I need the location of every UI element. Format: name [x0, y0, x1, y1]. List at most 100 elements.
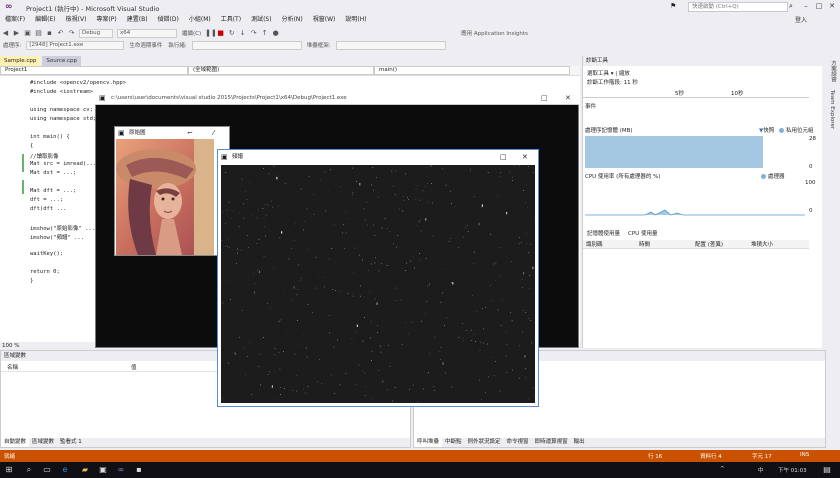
tab-breakpoints[interactable]: 中斷點	[442, 438, 465, 447]
undo-icon[interactable]: ↶	[56, 29, 65, 38]
menu-debug[interactable]: 偵錯(D)	[153, 14, 184, 26]
tab-immediate-window[interactable]: 即時運算視窗	[532, 438, 571, 447]
noise-speck	[368, 269, 369, 271]
redo-icon[interactable]: ↷	[67, 29, 76, 38]
team-explorer-tab[interactable]: Team Explorer	[829, 90, 835, 129]
open-icon[interactable]: ▤	[34, 29, 43, 38]
menu-file[interactable]: 檔案(F)	[0, 14, 30, 26]
tab-exception-settings[interactable]: 例外狀況設定	[465, 438, 504, 447]
console-title-bar[interactable]: ▣ c:\users\user\documents\visual studio …	[95, 92, 579, 105]
task-view-icon[interactable]: ▭	[42, 465, 52, 475]
noise-speck	[280, 394, 281, 395]
noise-speck	[305, 347, 307, 349]
noise-speck	[258, 366, 260, 367]
ime-indicator[interactable]: 中	[758, 466, 764, 474]
edge-icon[interactable]: e	[60, 465, 70, 475]
notifications-flag-icon[interactable]: ⚑	[670, 2, 676, 10]
column-allocations[interactable]: 配置 (差異)	[695, 240, 751, 248]
noise-speck	[294, 223, 296, 225]
column-id[interactable]: 識別碼	[583, 240, 639, 248]
menu-edit[interactable]: 編輯(E)	[30, 14, 60, 26]
clock[interactable]: 下午 01:03	[778, 466, 807, 474]
noise-speck	[407, 197, 408, 198]
store-icon[interactable]: ▣	[98, 465, 108, 475]
lifecycle-events-button[interactable]: 生命週期事件	[129, 41, 162, 49]
diagnostic-toolbar[interactable]: 選取工具 ▾ | 縮放	[587, 69, 630, 77]
column-heap-size[interactable]: 堆積大小	[751, 240, 807, 248]
search-icon[interactable]: ⌕	[24, 465, 34, 475]
app-insights-button[interactable]: 應用 Application Insights	[461, 29, 528, 37]
column-value[interactable]: 值	[131, 363, 137, 371]
step-out-icon[interactable]: ↑	[260, 29, 269, 38]
maximize-icon[interactable]: ⌐	[187, 127, 193, 139]
start-icon[interactable]: ⊞	[4, 465, 14, 475]
menu-help[interactable]: 說明(H)	[340, 14, 371, 26]
menu-analyze[interactable]: 分析(N)	[277, 14, 308, 26]
step-into-icon[interactable]: ↓	[238, 29, 247, 38]
save-icon[interactable]: ▪	[45, 29, 54, 38]
tab-sample-cpp[interactable]: Sample.cpp	[0, 56, 41, 66]
tab-call-stack[interactable]: 呼叫堆疊	[414, 438, 443, 447]
new-project-icon[interactable]: ▣	[23, 29, 32, 38]
visual-studio-icon[interactable]: ∞	[116, 465, 126, 475]
tab-command-window[interactable]: 命令視窗	[504, 438, 532, 447]
menu-tools[interactable]: 工具(T)	[216, 14, 246, 26]
tab-source-cpp[interactable]: Source.cpp	[42, 56, 82, 66]
column-time[interactable]: 時間	[639, 240, 695, 248]
console-app-icon[interactable]: ▪	[134, 465, 144, 475]
tab-locals[interactable]: 區域變數	[29, 438, 57, 447]
file-explorer-icon[interactable]: ▰	[80, 465, 90, 475]
noise-speck	[274, 173, 275, 175]
spectrum-image-window[interactable]: ▣ 頻譜 □ ✕	[217, 149, 539, 407]
menu-view[interactable]: 檢視(V)	[61, 14, 92, 26]
console-close-button[interactable]: ✕	[565, 94, 571, 102]
close-icon[interactable]: ✕	[522, 150, 528, 164]
back-icon[interactable]: ◀	[1, 29, 10, 38]
solution-explorer-tab[interactable]: 方案總管	[829, 60, 837, 82]
tab-watch-1[interactable]: 監看式 1	[57, 438, 85, 447]
restart-icon[interactable]: ↻	[227, 29, 236, 38]
step-over-icon[interactable]: ↷	[249, 29, 258, 38]
tab-cpu-usage[interactable]: CPU 使用量	[624, 229, 661, 237]
spectrum-title-bar[interactable]: ▣ 頻譜 □ ✕	[218, 150, 538, 164]
process-select[interactable]: [2948] Project1.exe	[26, 40, 125, 50]
console-maximize-button[interactable]: □	[541, 94, 548, 102]
close-button[interactable]: ✕	[826, 1, 838, 12]
original-image-title-bar[interactable]: ▣ 原始圖 ⌐ ⁄	[115, 127, 229, 139]
maximize-button[interactable]: □	[813, 1, 825, 12]
tab-autos[interactable]: 自動變數	[1, 438, 30, 447]
search-icon[interactable]: ⌕	[789, 2, 793, 11]
menu-build[interactable]: 建置(B)	[122, 14, 153, 26]
break-all-icon[interactable]: ❚❚	[205, 29, 217, 38]
continue-button[interactable]: 繼續(C)	[182, 29, 201, 37]
thread-select[interactable]	[191, 40, 302, 50]
menu-project[interactable]: 專案(P)	[91, 14, 121, 26]
minimize-button[interactable]: –	[800, 1, 812, 12]
platform-select[interactable]: x64	[117, 28, 177, 38]
member-select[interactable]: main()	[374, 66, 570, 75]
scope-select[interactable]: (全域範圍)	[188, 66, 374, 75]
notification-center-icon[interactable]: ▤	[822, 465, 832, 475]
quick-launch-input[interactable]: 快速啟動 (Ctrl+Q)	[688, 2, 788, 12]
menu-window[interactable]: 視窗(W)	[308, 14, 341, 26]
tray-overflow-icon[interactable]: ^	[720, 466, 725, 472]
stack-frame-select[interactable]	[335, 40, 446, 50]
timeline-ruler[interactable]: 5秒 10秒	[583, 88, 809, 98]
close-icon[interactable]: ⁄	[213, 127, 214, 139]
breakpoint-icon[interactable]: ●	[271, 29, 280, 38]
tab-memory-usage[interactable]: 記憶體使用量	[583, 229, 624, 237]
stop-icon[interactable]: ■	[216, 29, 225, 38]
noise-speck	[442, 362, 444, 365]
configuration-select[interactable]: Debug	[79, 28, 113, 38]
noise-speck	[340, 186, 342, 188]
tab-output[interactable]: 輸出	[571, 438, 588, 447]
maximize-icon[interactable]: □	[500, 150, 507, 164]
menu-test[interactable]: 測試(S)	[246, 14, 277, 26]
zoom-level[interactable]: 100 %	[0, 342, 60, 350]
sign-in-link[interactable]: 登入	[795, 15, 807, 24]
menu-team[interactable]: 小組(M)	[184, 14, 216, 26]
forward-icon[interactable]: ▶	[12, 29, 21, 38]
column-name[interactable]: 名稱	[1, 363, 131, 371]
original-image-window[interactable]: ▣ 原始圖 ⌐ ⁄	[114, 126, 230, 256]
project-select[interactable]: Project1	[0, 66, 188, 75]
